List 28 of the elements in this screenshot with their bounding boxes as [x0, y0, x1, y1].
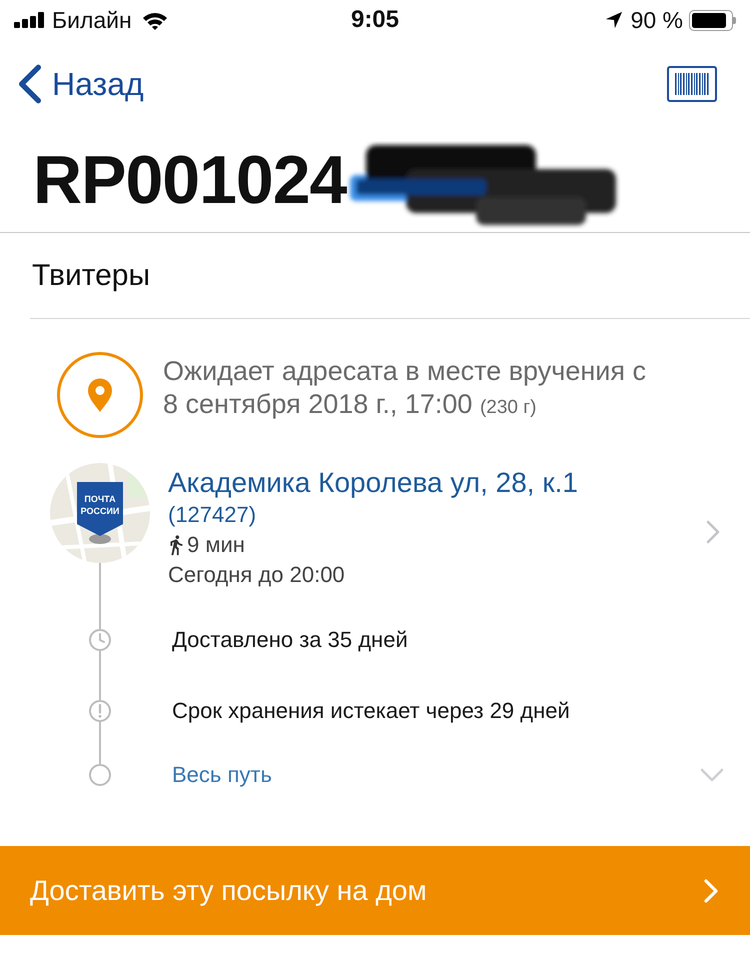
location-arrow-icon: [604, 11, 623, 29]
item-name: Твитеры: [32, 258, 150, 294]
timeline-dot-icon: [89, 764, 111, 786]
clock-time: 9:05: [350, 6, 400, 34]
office-hours: Сегодня до 20:00: [168, 561, 346, 589]
wifi-icon: [142, 10, 168, 30]
chevron-right-icon: [706, 520, 720, 544]
full-route-link[interactable]: Весь путь: [172, 761, 272, 789]
walk-time: 9 мин: [187, 531, 245, 559]
timeline-text: Доставлено за 35 дней: [172, 626, 408, 654]
office-postcode: (127427): [168, 501, 258, 529]
chevron-right-icon: [704, 878, 718, 902]
tracking-number: RP001024: [33, 141, 346, 220]
battery-icon: [689, 10, 736, 30]
battery-percent: 90 %: [630, 6, 683, 34]
carrier-name: Билайн: [52, 6, 132, 34]
post-logo: ПОЧТА РОССИИ: [77, 482, 123, 536]
status-text: Ожидает адресата в месте вручения с 8 сентября 2018 г., 17:00 (230 г): [163, 355, 646, 421]
timeline-text: Срок хранения истекает через 29 дней: [172, 697, 570, 725]
alert-icon: [89, 700, 111, 722]
back-button[interactable]: Назад: [18, 64, 144, 104]
map-pin-icon: [57, 352, 143, 438]
chevron-left-icon: [18, 64, 42, 104]
office-address[interactable]: Академика Королева ул, 28, к.1: [168, 466, 706, 500]
signal-icon: [14, 12, 46, 28]
barcode-button[interactable]: [667, 66, 717, 102]
clock-icon: [89, 629, 111, 651]
barcode-icon: [675, 73, 709, 95]
